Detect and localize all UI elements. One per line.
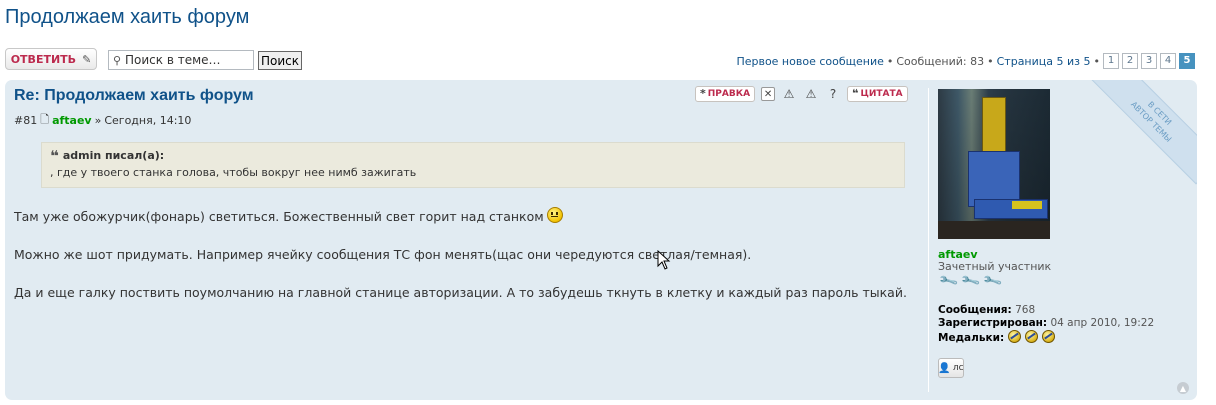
bullet-separator: • [886,54,894,68]
page-link-3[interactable]: 3 [1141,53,1157,69]
bullet-separator: • [987,54,994,68]
report-icon[interactable]: ⚠ [803,86,819,102]
profile-posts-row: Сообщения: 768 [938,304,1154,317]
online-author-ribbon: В СЕТИ АВТОР ТЕМЫ [1088,80,1197,185]
page-info-link[interactable]: Страница 5 из 5 [997,55,1091,68]
post-title[interactable]: Re: Продолжаем хаить форум [14,87,254,105]
page-current-5: 5 [1179,53,1195,69]
avatar-floor [938,221,1050,239]
post-meta: #81 🗋 aftaev » Сегодня, 14:10 [14,111,191,130]
post-author[interactable]: aftaev [52,114,92,127]
posts-label: Сообщения: [938,304,1012,316]
medal-icon[interactable] [1024,330,1038,343]
wrench-icon: 🔧 [982,270,1005,293]
delete-icon[interactable]: ✕ [761,87,776,101]
action-bar: ОТВЕТИТЬ ✎ ⚲ Поиск в теме… Поиск Первое … [5,48,1195,74]
rank-images: 🔧 🔧 🔧 [938,270,1005,293]
pm-button[interactable]: 👤 лс [938,358,964,378]
avatar-machine-column [982,97,1006,159]
post-paragraph-text: Там уже обожурчик(фонарь) светиться. Бож… [14,209,544,224]
post-paragraph: Там уже обожурчик(фонарь) светиться. Бож… [14,207,909,226]
quote-text: , где у твоего станка голова, чтобы вокр… [50,166,417,179]
post-icon: 🗋 [40,113,50,126]
post-time: Сегодня, 14:10 [104,114,192,127]
post-paragraph: Можно же шот придумать. Например ячейку … [14,247,752,262]
reply-button-label: ОТВЕТИТЬ [10,52,77,66]
medal-icon[interactable] [1041,330,1055,343]
avatar[interactable] [938,89,1050,239]
post-buttons: * ПРАВКА ✕ ⚠ ⚠ ? ❝ ЦИТАТА [695,86,908,102]
profile-registered-row: Зарегистрирован: 04 апр 2010, 19:22 [938,317,1154,330]
page-link-1[interactable]: 1 [1103,53,1119,69]
back-to-top-icon[interactable]: ▲ [1177,382,1189,394]
profile-stats: Сообщения: 768 Зарегистрирован: 04 апр 2… [938,304,1154,345]
post-content: Там уже обожурчик(фонарь) светиться. Бож… [14,207,909,322]
meta-separator: » [94,114,102,127]
pencil-icon: ✎ [82,52,92,66]
reply-button[interactable]: ОТВЕТИТЬ ✎ [5,48,97,70]
asterisk-icon: * [700,87,706,100]
first-new-post-link[interactable]: Первое новое сообщение [736,55,883,68]
registered-value: 04 апр 2010, 19:22 [1050,317,1155,329]
quote-button[interactable]: ❝ ЦИТАТА [847,86,908,102]
edit-button[interactable]: * ПРАВКА [695,86,756,102]
search-button[interactable]: Поиск [258,51,302,70]
search-input[interactable]: ⚲ Поиск в теме… [108,50,254,70]
quote-block: ❝ admin писал(а): , где у твоего станка … [41,142,905,188]
page-link-4[interactable]: 4 [1160,53,1176,69]
warn-icon[interactable]: ⚠ [781,86,797,102]
registered-label: Зарегистрирован: [938,317,1048,329]
quote-button-label: ЦИТАТА [860,89,903,99]
search-placeholder: Поиск в теме… [125,53,221,67]
profile-medals-row: Медальки: [938,330,1154,345]
pm-button-label: лс [952,363,964,373]
topic-title[interactable]: Продолжаем хаить форум [5,6,249,29]
quote-cite: ❝ admin писал(а): [50,146,896,165]
pagination: Первое новое сообщение • Сообщений: 83 •… [736,53,1195,69]
posts-count: Сообщений: 83 [896,54,985,68]
edit-button-label: ПРАВКА [707,89,751,99]
page-link-2[interactable]: 2 [1122,53,1138,69]
smiley-icon [546,207,563,223]
quote-marks-icon: ❝ [852,87,859,100]
posts-value[interactable]: 768 [1015,304,1035,316]
post-profile: В СЕТИ АВТОР ТЕМЫ aftaev Зачетный участн… [928,80,1197,392]
quote-marks-icon: ❝ [50,146,59,165]
user-icon: 👤 [938,362,951,374]
medals-label: Медальки: [938,332,1005,344]
post-paragraph: Да и еще галку поствить поумолчанию на г… [14,285,907,300]
quote-author: admin писал(а): [62,149,165,162]
wrench-icon: 🔧 [938,270,960,293]
search-icon: ⚲ [112,53,122,67]
info-icon[interactable]: ? [825,86,841,102]
post-number[interactable]: #81 [14,114,37,127]
avatar-machine-detail [1012,201,1042,209]
bullet-separator: • [1093,54,1101,68]
post: Re: Продолжаем хаить форум #81 🗋 aftaev … [5,80,1197,400]
medal-icon[interactable] [1007,330,1021,343]
wrench-icon: 🔧 [960,270,983,293]
